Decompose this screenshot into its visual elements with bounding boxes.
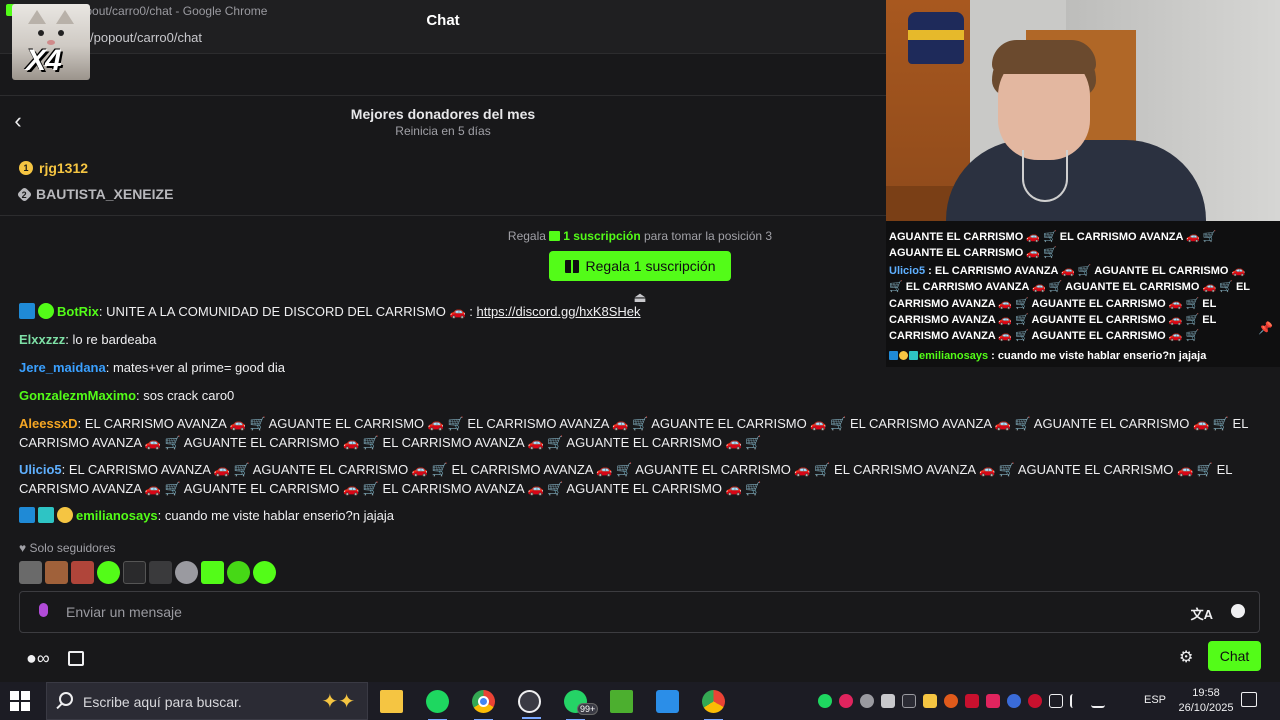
- file-explorer-icon[interactable]: [380, 689, 403, 713]
- search-icon: [59, 692, 73, 706]
- emote-icon[interactable]: [97, 561, 120, 584]
- username[interactable]: GonzalezmMaximo: [19, 388, 136, 403]
- chrome-icon[interactable]: [472, 689, 495, 720]
- chat-message: emilianosays: cuando me viste hablar ens…: [19, 506, 1259, 525]
- chat-message: GonzalezmMaximo: sos crack caro0: [19, 388, 235, 403]
- system-tray: [818, 682, 1105, 720]
- moderator-badge-icon: [19, 507, 35, 523]
- bot-badge-icon: [19, 303, 35, 319]
- microphone-icon[interactable]: [39, 603, 48, 617]
- emote-icon[interactable]: [201, 561, 224, 584]
- verified-badge-icon: [38, 303, 54, 319]
- windows-start-icon[interactable]: [10, 691, 30, 711]
- pin-icon: 📌: [1258, 321, 1273, 335]
- og-badge-icon: [38, 507, 54, 523]
- tray-app-icon[interactable]: [839, 694, 853, 708]
- chat-tools: ●∞: [26, 648, 84, 669]
- followers-only-notice: ♥ Solo seguidores: [19, 541, 116, 555]
- tray-app-icon[interactable]: [1007, 694, 1021, 708]
- username[interactable]: BotRix: [57, 304, 99, 319]
- emote-icon[interactable]: [71, 561, 94, 584]
- emoji-icon[interactable]: [1231, 604, 1245, 618]
- username[interactable]: Elxxzzz: [19, 332, 65, 347]
- tray-app-icon[interactable]: [944, 694, 958, 708]
- username[interactable]: Ulicio5: [19, 462, 62, 477]
- chat-title: Chat: [426, 12, 460, 29]
- gear-icon[interactable]: ⚙: [1179, 647, 1193, 667]
- emote-icon[interactable]: [19, 561, 42, 584]
- donor-name: rjg1312: [39, 160, 89, 176]
- gift-icon: [564, 259, 579, 273]
- chat-header: [0, 54, 886, 96]
- emote-icon[interactable]: [227, 561, 250, 584]
- message-input-box[interactable]: 文A: [19, 591, 1260, 633]
- username[interactable]: emilianosays: [76, 508, 158, 523]
- stream-chat-overlay: AGUANTE EL CARRISMO 🚗 🛒 EL CARRISMO AVAN…: [886, 221, 1280, 367]
- gift-subscription-button[interactable]: Regala 1 suscripción: [549, 251, 731, 281]
- emote-icon[interactable]: [149, 561, 172, 584]
- tray-app-icon[interactable]: [1028, 694, 1042, 708]
- gift-icon: [549, 231, 561, 241]
- taskbar-apps: 99+: [380, 682, 725, 720]
- chrome-profile-icon[interactable]: [702, 689, 725, 720]
- address-bar[interactable]: /popout/carro0/chat: [90, 30, 202, 45]
- taskbar: Escribe aquí para buscar. ✦✦ 99+ ESP 19:…: [0, 682, 1280, 720]
- overlay-message: emilianosays : cuando me viste hablar en…: [889, 348, 1257, 364]
- language-indicator[interactable]: ESP: [1144, 694, 1166, 706]
- taskbar-search[interactable]: Escribe aquí para buscar. ✦✦: [46, 682, 368, 720]
- spotify-tray-icon[interactable]: [818, 694, 832, 708]
- translate-icon[interactable]: 文A: [1191, 604, 1213, 623]
- donors-title: Mejores donadores del mes: [350, 106, 536, 122]
- store-app-icon[interactable]: [656, 689, 679, 713]
- discord-tray-icon[interactable]: [881, 694, 895, 708]
- spotify-icon[interactable]: [426, 689, 449, 720]
- pen-icon[interactable]: [1091, 694, 1105, 708]
- username[interactable]: Jere_maidana: [19, 360, 106, 375]
- emote-icon[interactable]: [45, 561, 68, 584]
- emote-icon[interactable]: [253, 561, 276, 584]
- webcam-feed: [886, 0, 1280, 221]
- volume-icon[interactable]: [1070, 694, 1084, 708]
- chat-message: AleessxD: EL CARRISMO AVANZA 🚗 🛒 AGUANTE…: [19, 416, 1248, 450]
- tray-app-icon[interactable]: [965, 694, 979, 708]
- minecraft-icon[interactable]: [610, 689, 633, 713]
- gold-medal-icon: 1: [19, 161, 33, 175]
- discord-link[interactable]: https://discord.gg/hxK8SHek: [477, 304, 641, 319]
- overlay-message: Ulicio5 : EL CARRISMO AVANZA 🚗 🛒 AGUANTE…: [889, 265, 1250, 343]
- tray-app-icon[interactable]: [902, 694, 916, 708]
- emote-icon[interactable]: [175, 561, 198, 584]
- divider: [0, 215, 886, 216]
- notification-icon[interactable]: [1241, 692, 1257, 707]
- username[interactable]: AleessxD: [19, 416, 78, 431]
- donor-row[interactable]: 2 BAUTISTA_XENEIZE: [16, 186, 174, 202]
- message-input[interactable]: [66, 604, 1166, 620]
- sparkle-icon: ✦✦: [321, 691, 355, 713]
- silver-medal-icon: 2: [16, 186, 33, 202]
- donor-name: BAUTISTA_XENEIZE: [36, 186, 174, 202]
- emote-bar: [19, 561, 276, 584]
- emote-icon[interactable]: [123, 561, 146, 584]
- tray-app-icon[interactable]: [860, 694, 874, 708]
- jersey-image: [908, 12, 964, 64]
- heart-icon: ♥: [19, 541, 27, 555]
- subscriber-badge-icon: [57, 507, 73, 523]
- store-icon[interactable]: [67, 651, 84, 666]
- donors-subtitle: Reinicia en 5 días: [395, 124, 491, 138]
- overlay-message: AGUANTE EL CARRISMO 🚗 🛒 EL CARRISMO AVAN…: [889, 231, 1217, 260]
- donor-row[interactable]: 1 rjg1312: [19, 160, 88, 176]
- tray-app-icon[interactable]: [986, 694, 1000, 708]
- tray-app-icon[interactable]: [923, 694, 937, 708]
- clock[interactable]: 19:58 26/10/2025: [1178, 686, 1234, 716]
- whatsapp-icon[interactable]: 99+: [564, 689, 599, 720]
- chat-message: Ulicio5: EL CARRISMO AVANZA 🚗 🛒 AGUANTE …: [19, 462, 1233, 496]
- network-icon[interactable]: [1049, 694, 1063, 708]
- notification-badge: 99+: [577, 702, 599, 715]
- points-icon[interactable]: ●∞: [26, 648, 50, 669]
- obs-icon[interactable]: [518, 689, 541, 719]
- send-chat-button[interactable]: Chat: [1208, 641, 1261, 671]
